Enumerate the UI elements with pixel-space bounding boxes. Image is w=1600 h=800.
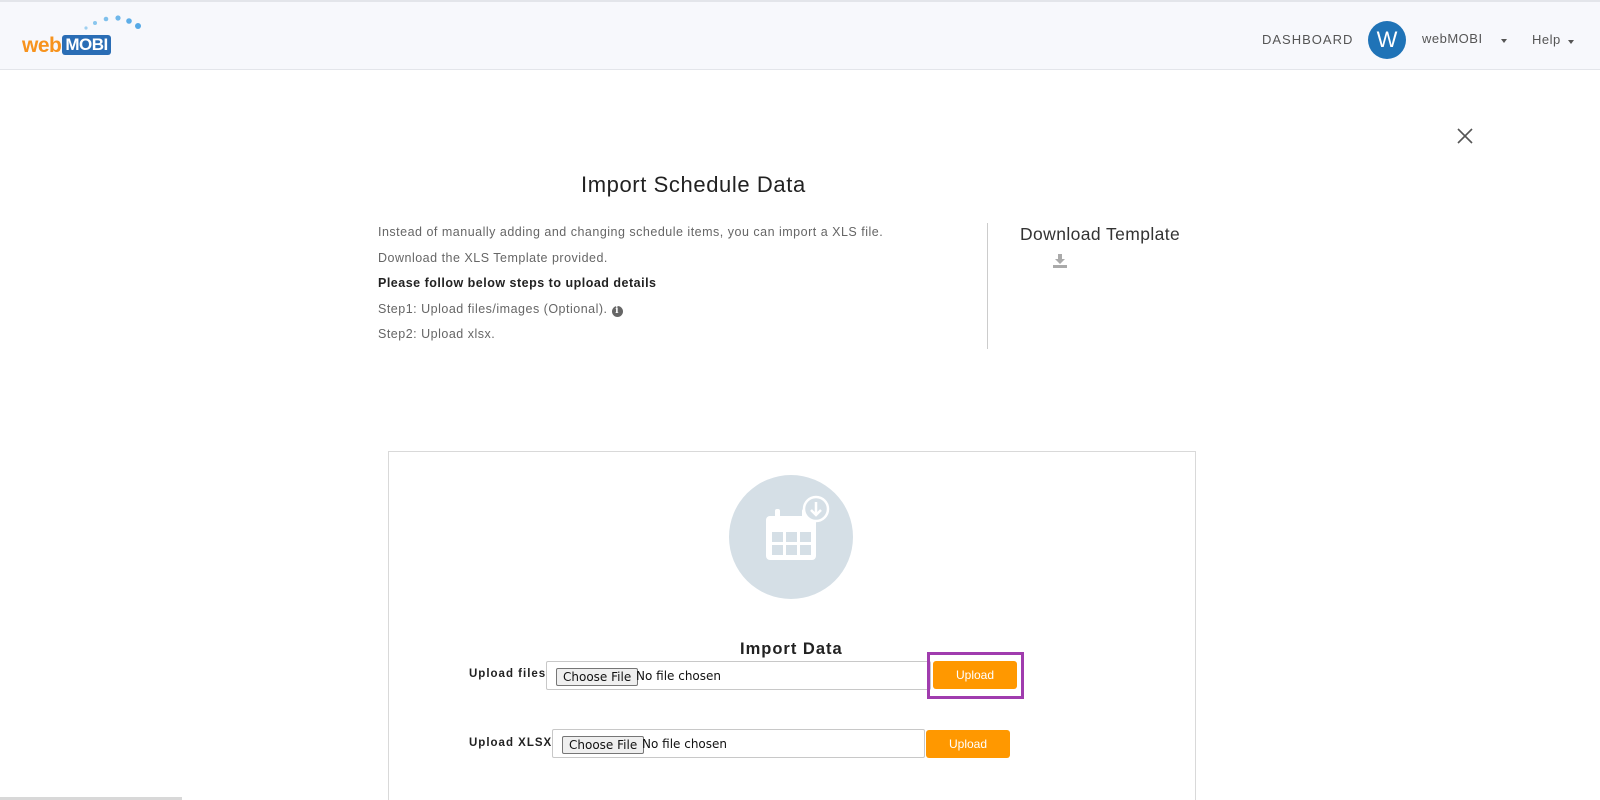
- instruction-line: Download the XLS Template provided.: [378, 250, 608, 265]
- logo-web-text: web: [22, 34, 62, 57]
- webmobi-logo[interactable]: web MOBI: [22, 14, 142, 60]
- upload-xlsx-input[interactable]: Choose File No file chosen: [552, 729, 925, 758]
- instruction-line: Instead of manually adding and changing …: [378, 225, 884, 239]
- file-status-text: No file chosen: [636, 669, 722, 683]
- upload-xlsx-label: Upload XLSX: [469, 737, 553, 749]
- top-navbar: web MOBI DASHBOARD W webMOBI Help: [0, 0, 1600, 70]
- chevron-down-icon[interactable]: [1501, 39, 1507, 43]
- close-icon[interactable]: [1455, 126, 1475, 146]
- upload-files-input[interactable]: Choose File No file chosen: [546, 661, 931, 690]
- nav-dashboard-link[interactable]: DASHBOARD: [1262, 32, 1353, 47]
- download-icon[interactable]: [1052, 253, 1068, 269]
- instruction-step1-text: Step1: Upload files/images (Optional).: [378, 301, 608, 316]
- file-status-text: No file chosen: [642, 737, 728, 751]
- info-icon[interactable]: i: [611, 305, 623, 317]
- calendar-import-illustration: [729, 475, 853, 599]
- help-menu[interactable]: Help: [1532, 32, 1561, 47]
- avatar[interactable]: W: [1368, 21, 1406, 59]
- logo-mobi-text: MOBI: [62, 35, 111, 55]
- import-data-heading: Import Data: [740, 640, 843, 658]
- calendar-download-icon: [766, 495, 830, 560]
- upload-xlsx-button[interactable]: Upload: [926, 730, 1010, 758]
- logo-dots-icon: [84, 15, 141, 30]
- highlight-box: [927, 652, 1024, 699]
- choose-file-button[interactable]: Choose File: [562, 736, 645, 754]
- download-template-heading: Download Template: [1020, 224, 1181, 244]
- instruction-step2: Step2: Upload xlsx.: [378, 327, 496, 341]
- choose-file-button[interactable]: Choose File: [556, 668, 639, 686]
- instruction-step1: Step1: Upload files/images (Optional). i: [378, 300, 978, 326]
- user-menu[interactable]: webMOBI: [1422, 31, 1483, 46]
- instructions-block: Instead of manually adding and changing …: [378, 223, 978, 351]
- upload-files-label: Upload files: [469, 668, 547, 680]
- chevron-down-icon[interactable]: [1568, 40, 1574, 44]
- logo-wordmark: web MOBI: [22, 34, 111, 58]
- page-title: Import Schedule Data: [581, 172, 806, 197]
- instruction-heading: Please follow below steps to upload deta…: [378, 276, 657, 290]
- vertical-divider: [987, 223, 988, 349]
